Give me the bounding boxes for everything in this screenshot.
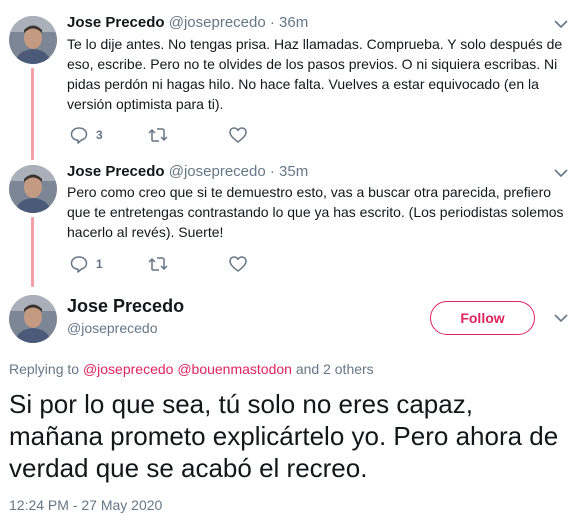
chevron-down-icon[interactable] [554,19,568,29]
replying-to: Replying to @joseprecedo @bouenmastodon … [9,361,374,377]
tweet-time[interactable]: 35m [279,163,308,180]
reply-icon [70,256,88,273]
like-button[interactable] [229,254,255,274]
tweet-header: Jose Precedo @joseprecedo · 36m [67,14,308,31]
chevron-down-icon[interactable] [554,168,568,178]
replying-others[interactable]: and 2 others [296,361,374,377]
mention-link[interactable]: @bouenmastodon [177,361,292,377]
reply-count: 1 [96,257,103,271]
avatar[interactable] [9,165,57,213]
separator-dot: · [269,163,275,180]
retweet-icon [148,128,168,142]
separator-dot: · [269,14,275,31]
thread-line [31,68,34,160]
tweet-text: Pero como creo que si te demuestro esto,… [67,184,564,240]
tweet-actions: 1 [67,254,267,274]
chevron-down-icon[interactable] [554,313,568,323]
mention-link[interactable]: @joseprecedo [83,361,174,377]
retweet-icon [148,257,168,271]
tweet-header: Jose Precedo @joseprecedo · 35m [67,163,308,180]
main-tweet-text: Si por lo que sea, tú solo no eres capaz… [9,389,559,483]
author-handle[interactable]: @joseprecedo [169,163,266,180]
author-handle[interactable]: @joseprecedo [67,320,158,336]
avatar[interactable] [9,16,57,64]
like-button[interactable] [229,125,255,145]
tweet-time[interactable]: 36m [279,14,308,31]
author-name[interactable]: Jose Precedo [67,163,165,180]
author-name[interactable]: Jose Precedo [67,14,165,31]
avatar[interactable] [9,295,57,343]
retweet-button[interactable] [148,254,176,274]
replying-prefix: Replying to [9,361,80,377]
heart-icon [229,256,247,272]
reply-button[interactable]: 1 [70,254,103,274]
follow-button[interactable]: Follow [430,301,535,335]
heart-icon [229,127,247,143]
retweet-button[interactable] [148,125,176,145]
author-handle[interactable]: @joseprecedo [169,14,266,31]
reply-icon [70,127,88,144]
reply-count: 3 [96,128,103,142]
tweet-text: Te lo dije antes. No tengas prisa. Haz l… [67,36,563,112]
reply-button[interactable]: 3 [70,125,103,145]
author-name[interactable]: Jose Precedo [67,296,184,317]
tweet-timestamp[interactable]: 12:24 PM - 27 May 2020 [9,497,162,513]
tweet-actions: 3 [67,125,267,145]
thread-line [31,217,34,287]
